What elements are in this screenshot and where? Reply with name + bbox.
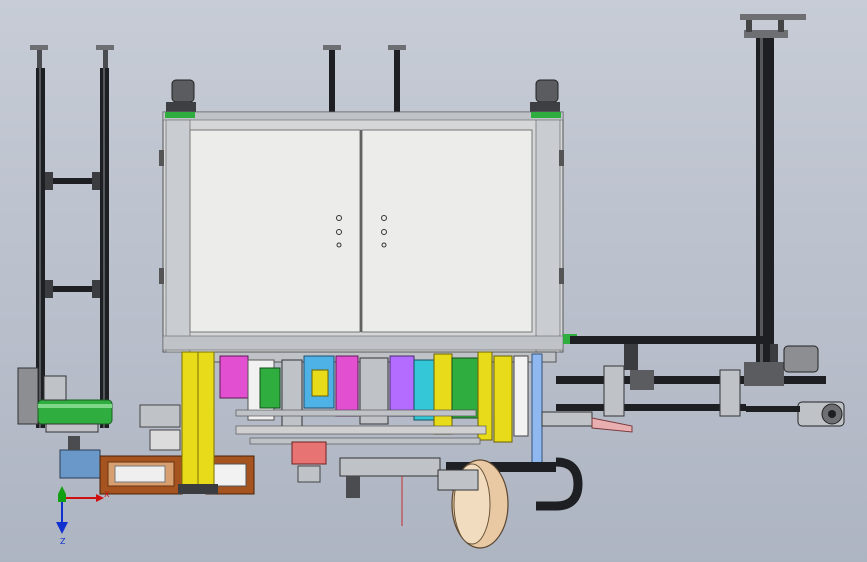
cad-viewport[interactable]: X Z bbox=[0, 0, 867, 562]
left-tower-frame bbox=[17, 45, 114, 433]
triad-z-label: Z bbox=[60, 537, 66, 546]
coordinate-triad bbox=[56, 486, 104, 534]
triad-x-label: X bbox=[104, 490, 110, 499]
cabinet bbox=[159, 45, 577, 353]
right-frame bbox=[556, 14, 845, 427]
